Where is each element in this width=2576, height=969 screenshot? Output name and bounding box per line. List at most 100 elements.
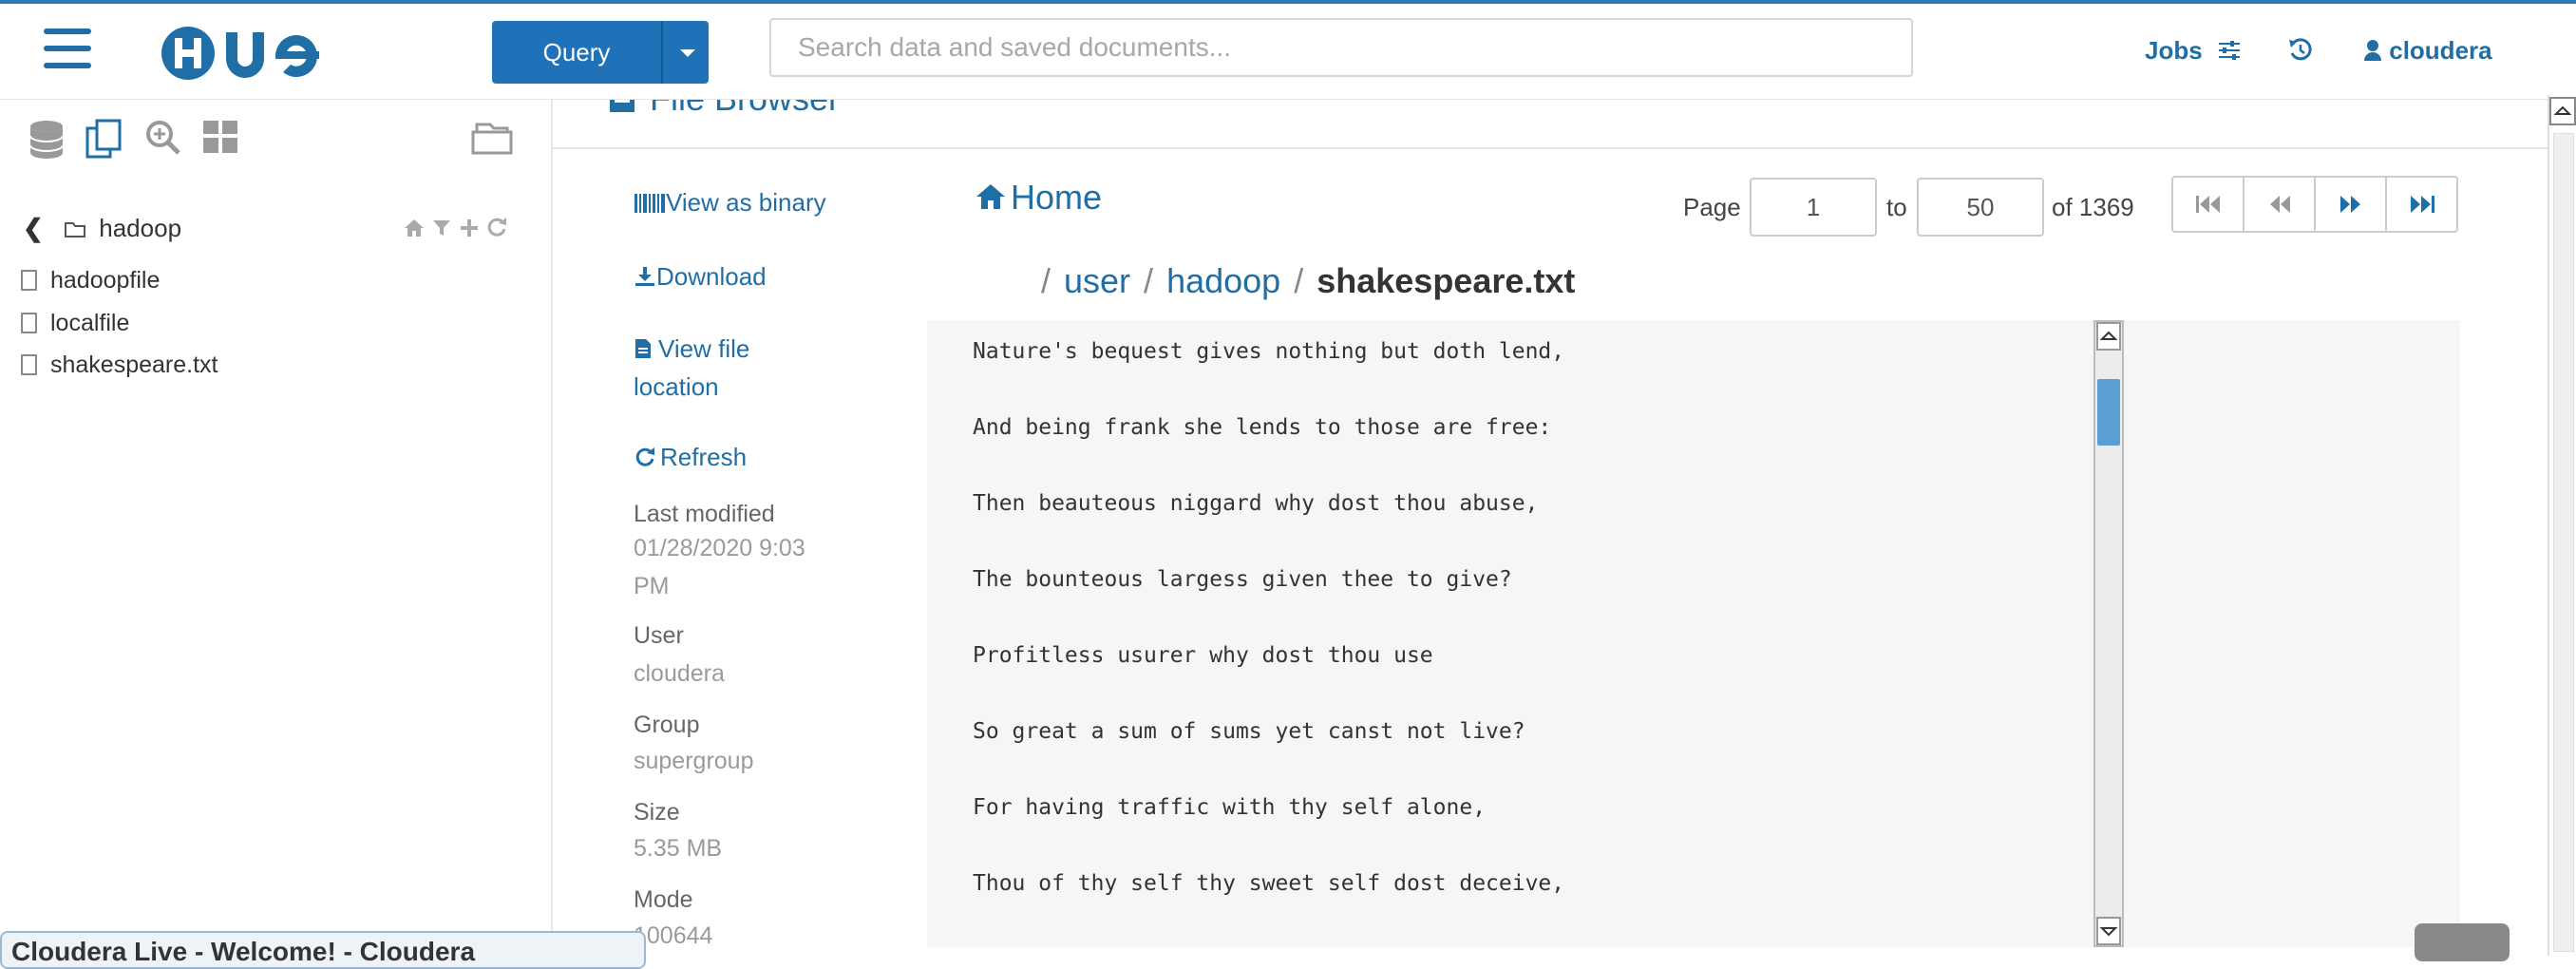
file-content-line: And being frank she lends to those are f… [973, 415, 1552, 440]
file-content-line: Then beauteous niggard why dost thou abu… [973, 491, 1539, 516]
last-modified-ampm: PM [634, 573, 670, 599]
hamburger-menu-icon[interactable] [44, 28, 91, 70]
documents-icon[interactable] [84, 119, 125, 165]
user-icon [2364, 40, 2381, 61]
view-file-location-label-1: View file [658, 334, 750, 363]
scroll-down-icon[interactable] [2096, 917, 2121, 945]
dashboard-icon[interactable] [201, 119, 239, 162]
file-content-line: The bounteous largess given thee to give… [973, 567, 1512, 592]
download-icon [635, 267, 654, 286]
refresh-icon[interactable] [485, 216, 508, 238]
page-label: Page [1683, 193, 1741, 221]
folder-open-icon[interactable] [469, 119, 515, 162]
file-content-line: So great a sum of sums yet canst not liv… [973, 719, 1525, 744]
last-modified-value: 01/28/2020 9:03 PM [634, 529, 805, 605]
home-link[interactable]: Home [975, 178, 1102, 218]
breadcrumb-separator: / [1144, 261, 1154, 300]
last-modified-label: Last modified [634, 501, 775, 527]
file-content-line: For having traffic with thy self alone, [973, 795, 1487, 820]
hue-logo[interactable] [158, 23, 348, 88]
search-zoom-icon[interactable] [144, 119, 182, 162]
group-label: Group [634, 712, 700, 738]
plus-icon[interactable] [459, 218, 480, 238]
pagination-buttons [2171, 176, 2458, 233]
query-button[interactable]: Query [492, 21, 709, 84]
to-label: to [1886, 193, 1907, 221]
breadcrumb-separator: / [1294, 261, 1304, 300]
user-menu-button[interactable]: cloudera [2363, 36, 2492, 66]
home-icon[interactable] [403, 218, 426, 238]
file-icon [21, 354, 37, 375]
home-icon [976, 184, 1005, 209]
scroll-thumb[interactable] [2553, 133, 2574, 952]
page-title-text: File Browser [650, 100, 840, 118]
sidebar-path: ❮ hadoop [23, 214, 181, 243]
breadcrumb-current-file: shakespeare.txt [1316, 261, 1576, 300]
breadcrumb-user[interactable]: user [1064, 261, 1130, 300]
refresh-label: Refresh [660, 443, 748, 471]
sidebar-tools [403, 216, 508, 243]
user-label: User [634, 622, 684, 649]
window-title-tooltip: Cloudera Live - Welcome! - Cloudera [0, 931, 646, 969]
query-button-label[interactable]: Query [492, 21, 661, 84]
download-label: Download [656, 262, 767, 291]
back-chevron-icon[interactable]: ❮ [23, 214, 44, 242]
folder-icon [65, 222, 86, 238]
last-modified-date: 01/28/2020 9:03 [634, 535, 805, 561]
refresh-link[interactable]: Refresh [634, 438, 747, 476]
user-name-label: cloudera [2389, 36, 2492, 65]
database-icon[interactable] [28, 119, 65, 165]
view-as-binary-label: View as binary [666, 188, 826, 217]
sidebar-file-item[interactable]: hadoopfile [21, 267, 160, 294]
query-dropdown-toggle[interactable] [661, 21, 710, 84]
jobs-label: Jobs [2145, 36, 2203, 65]
sidebar-file-label: hadoopfile [50, 267, 161, 294]
view-file-location-link[interactable]: View file location [634, 330, 749, 406]
file-content-viewer[interactable]: Nature's bequest gives nothing but doth … [927, 320, 2460, 947]
next-page-icon[interactable] [2316, 178, 2387, 231]
breadcrumb: / user / hadoop / shakespeare.txt [1028, 261, 1575, 301]
page-title: File Browser [608, 100, 840, 119]
jobs-button[interactable]: Jobs [2145, 36, 2242, 66]
history-icon[interactable] [2287, 36, 2314, 69]
scroll-up-icon[interactable] [2096, 322, 2121, 351]
sliders-icon [2218, 41, 2240, 60]
page-from-input[interactable]: 1 [1750, 178, 1877, 237]
group-value: supergroup [634, 748, 754, 774]
barcode-icon [635, 194, 665, 213]
breadcrumb-hadoop[interactable]: hadoop [1166, 261, 1280, 300]
file-browser-icon [610, 100, 635, 112]
sidebar-file-item[interactable]: localfile [21, 310, 129, 337]
page-total-label: of 1369 [2052, 193, 2134, 221]
search-input[interactable] [769, 18, 1913, 77]
scroll-up-icon[interactable] [2549, 97, 2576, 125]
view-file-location-label-2: location [634, 372, 719, 401]
sidebar-path-label[interactable]: hadoop [99, 214, 181, 242]
file-content-line: Profitless usurer why dost thou use [973, 643, 1433, 668]
file-text-icon [635, 339, 651, 358]
content-scrollbar[interactable] [2093, 320, 2124, 947]
file-icon [21, 270, 37, 291]
previous-page-icon[interactable] [2245, 178, 2316, 231]
size-label: Size [634, 799, 680, 826]
size-value: 5.35 MB [634, 835, 723, 862]
file-browser-header: File Browser [553, 100, 2548, 149]
page-to-input[interactable]: 50 [1917, 178, 2044, 237]
view-as-binary-link[interactable]: View as binary [634, 183, 826, 221]
first-page-icon[interactable] [2173, 178, 2245, 231]
refresh-icon [635, 447, 654, 466]
download-link[interactable]: Download [634, 257, 767, 295]
corner-button[interactable] [2415, 923, 2510, 961]
last-page-icon[interactable] [2387, 178, 2456, 231]
breadcrumb-separator: / [1041, 261, 1051, 300]
sidebar-file-label: shakespeare.txt [50, 352, 218, 378]
left-assist-panel: ❮ hadoop hadoopfile localfile shakespear… [0, 100, 553, 956]
file-browser-main: File Browser View as binary Download Vie… [553, 100, 2548, 956]
scroll-thumb[interactable] [2097, 379, 2120, 446]
sidebar-file-item[interactable]: shakespeare.txt [21, 352, 218, 379]
page-scrollbar[interactable] [2548, 95, 2576, 956]
user-value: cloudera [634, 660, 725, 687]
filter-icon[interactable] [431, 218, 452, 238]
mode-label: Mode [634, 886, 693, 913]
top-navbar: Query Jobs cloudera [0, 4, 2576, 100]
